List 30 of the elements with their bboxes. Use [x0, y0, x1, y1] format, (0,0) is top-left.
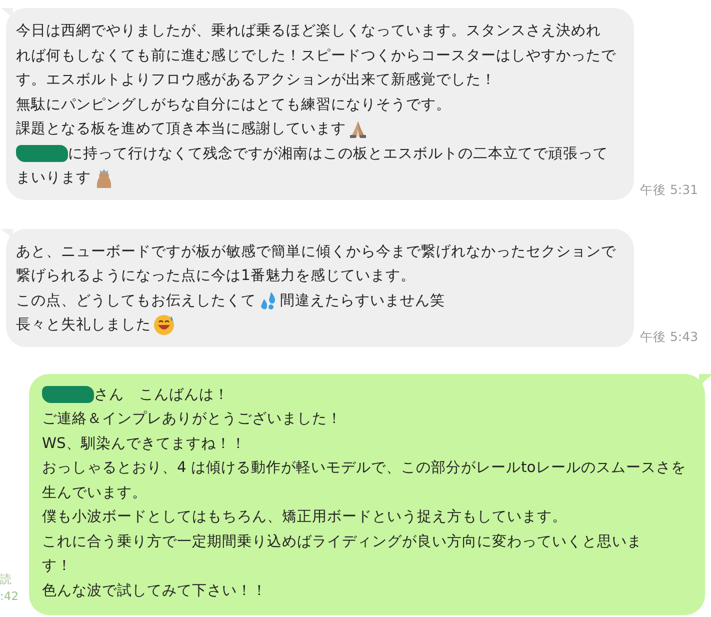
redaction-mark — [16, 145, 68, 162]
message-text: これに合う乗り方で一定期間乗り込めばライディングが良い方向に変わっていくと思いま — [42, 532, 642, 552]
message-text: 長々と失礼しました — [16, 315, 151, 335]
message-text: す！ — [42, 556, 72, 576]
message-text: ご連絡＆インプレありがとうございました！ — [42, 409, 342, 429]
redaction-mark — [42, 386, 94, 404]
message-text: あと、ニューボードですが板が敏感で簡単に傾くから今まで繋げれなかったセクションで — [16, 242, 616, 262]
message-text: 色んな波で試してみて下さい！！ — [42, 580, 267, 600]
message-text: 課題となる板を進めて頂き本当に感謝しています — [16, 119, 346, 139]
timestamp: :42 — [0, 588, 20, 605]
timestamp: 午後 5:43 — [640, 328, 698, 344]
grinning-face-icon — [153, 314, 175, 336]
message-text: 僕も小波ボードとしてはもちろん、矯正用ボードという捉え方もしています。 — [42, 507, 567, 527]
message-text: さん こんばんは！ — [94, 384, 229, 404]
praying-hands-icon — [348, 119, 368, 140]
message-text: 今日は西網でやりましたが、乗れば乗るほど楽しくなっています。スタンスさえ決めれ — [16, 21, 601, 41]
read-receipt: 読 — [0, 571, 13, 588]
timestamp: 午後 5:31 — [640, 180, 698, 198]
message-text: 繋げられるようになった点に今は1番魅力を感じています。 — [16, 266, 416, 286]
message-text: まいります — [16, 168, 91, 188]
message-text: に持って行けなくて残念ですが湘南はこの板とエスボルトの二本立てで頑張って — [68, 144, 608, 164]
message-text: おっしゃるとおり、4 は傾ける動作が軽いモデルで、この部分がレールtoレールのスムースさを — [42, 458, 686, 478]
message-text: 無駄にパンピングしがちな自分にはとても練習になりそうです。 — [16, 94, 451, 114]
message-text: 間違えたらすいません笑 — [280, 290, 445, 310]
message-text: WS、馴染んできてますね！！ — [42, 434, 246, 454]
message-text: 生んでいます。 — [42, 482, 147, 502]
message-text: れば何もしなくても前に進む感じでした！スピードつくからコースターはしやすかったで — [16, 46, 616, 66]
sweat-drops-icon — [258, 290, 278, 311]
message-text: この点、どうしてもお伝えしたくて — [16, 290, 256, 310]
message-text: す。エスボルトよりフロウ感があるアクションが出来て新感覚でした！ — [16, 70, 496, 90]
